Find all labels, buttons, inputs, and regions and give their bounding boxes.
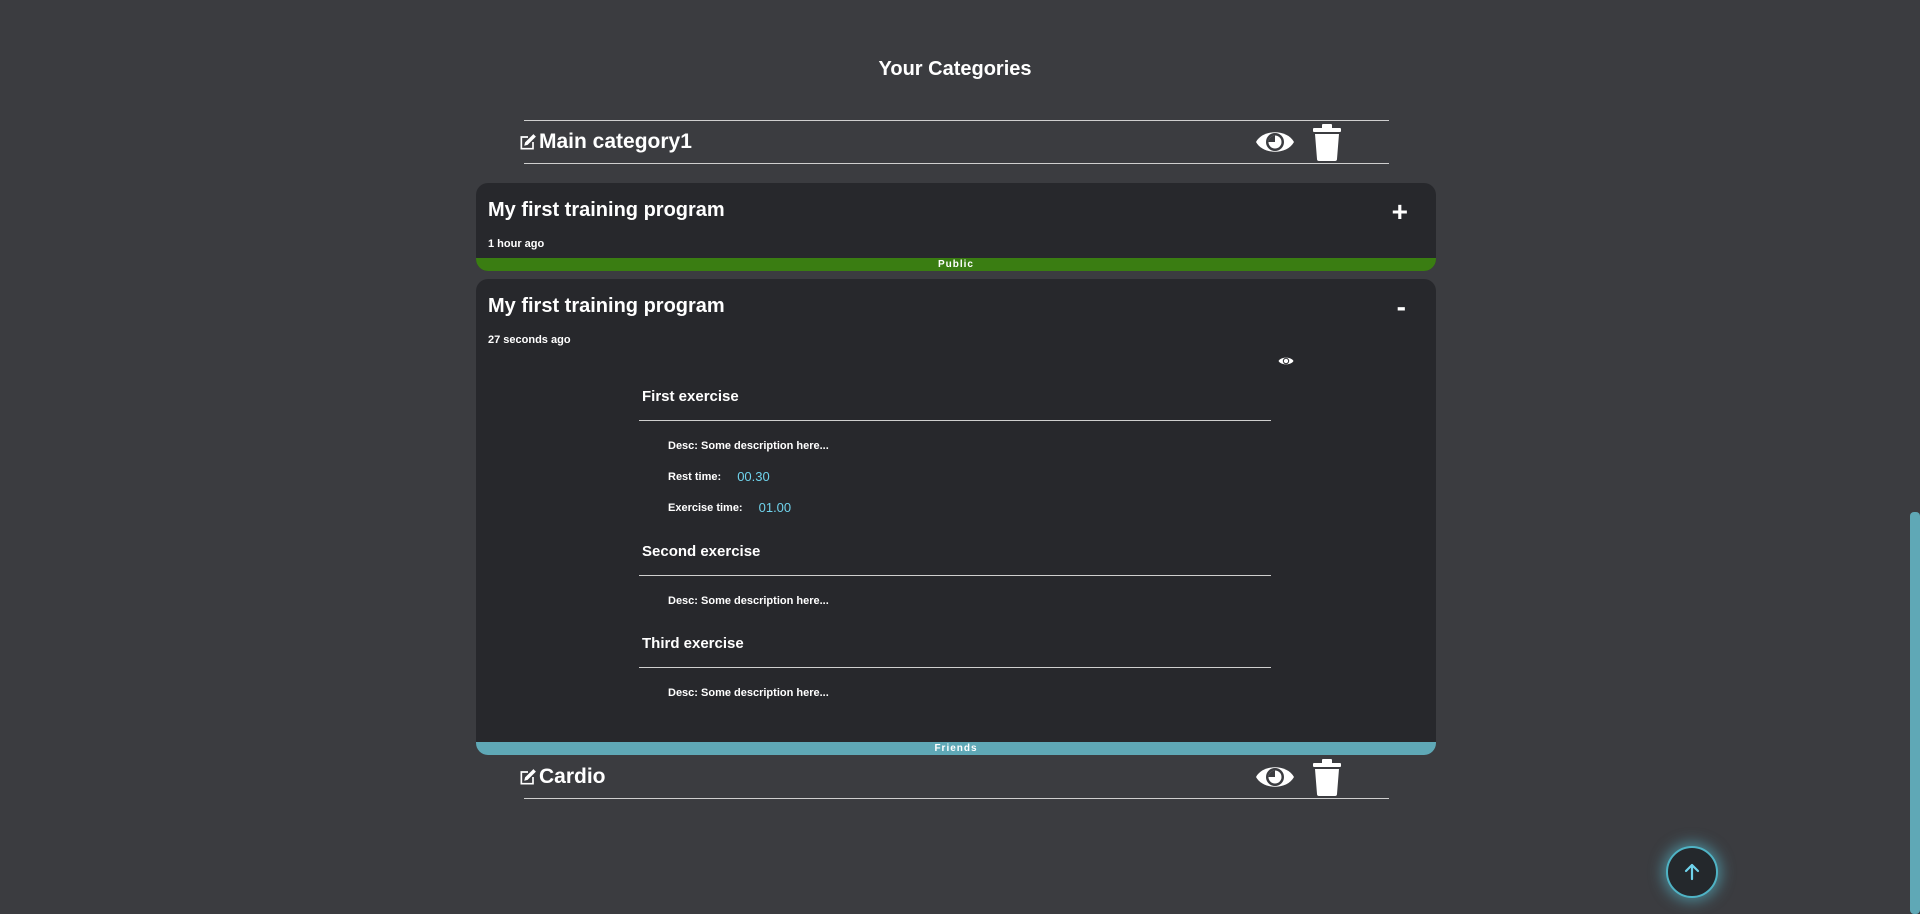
divider (639, 667, 1271, 668)
program-card[interactable]: My first training program 1 hour ago + P… (476, 183, 1436, 271)
category-row: Main category1 (520, 120, 1389, 164)
divider (639, 420, 1271, 421)
program-time: 1 hour ago (488, 238, 545, 250)
category-name[interactable]: Cardio (539, 765, 606, 789)
exercise-time-value: 01.00 (758, 500, 792, 515)
program-card[interactable]: My first training program 27 seconds ago… (476, 279, 1436, 755)
category-actions (1255, 123, 1343, 161)
category-row: Cardio (520, 756, 1389, 799)
exercise-time-label: Exercise time: (668, 501, 743, 514)
program-title: My first training program (488, 199, 725, 221)
eye-icon[interactable] (1255, 760, 1295, 794)
scrollbar-thumb[interactable] (1910, 512, 1920, 914)
rest-time-label: Rest time: (668, 470, 722, 483)
exercise-name: First exercise (642, 388, 739, 405)
rest-time-value: 00.30 (737, 469, 770, 484)
rest-time-row: Rest time: 00.30 (668, 469, 1271, 484)
arrow-up-icon (1684, 863, 1700, 881)
page-title: Your Categories (878, 58, 1032, 80)
expand-button[interactable]: + (1392, 198, 1408, 226)
category-actions (1255, 758, 1343, 796)
exercise-time-row: Exercise time: 01.00 (668, 500, 1271, 515)
collapse-button[interactable]: - (1397, 293, 1406, 321)
exercise-desc: Desc: Some description here... (668, 595, 829, 607)
exercise-item: First exercise Desc: Some description he… (639, 388, 1271, 515)
visibility-badge: Public (476, 258, 1436, 271)
category-name[interactable]: Main category1 (539, 130, 692, 154)
exercise-item: Second exercise Desc: Some description h… (639, 543, 1271, 607)
edit-icon[interactable] (518, 132, 538, 152)
trash-icon[interactable] (1311, 123, 1343, 161)
exercise-item: Third exercise Desc: Some description he… (639, 635, 1271, 699)
divider (639, 575, 1271, 576)
page: Your Categories Main category1 My first … (0, 0, 1920, 914)
scroll-top-button[interactable] (1666, 846, 1718, 898)
exercise-desc: Desc: Some description here... (668, 440, 829, 452)
exercise-desc: Desc: Some description here... (668, 687, 829, 699)
eye-icon[interactable] (1278, 355, 1294, 367)
eye-icon[interactable] (1255, 125, 1295, 159)
exercise-name: Third exercise (642, 635, 744, 652)
trash-icon[interactable] (1311, 758, 1343, 796)
exercise-name: Second exercise (642, 543, 761, 560)
program-title: My first training program (488, 295, 725, 317)
program-time: 27 seconds ago (488, 334, 571, 346)
visibility-badge: Friends (476, 742, 1436, 755)
edit-icon[interactable] (518, 767, 538, 787)
scrollbar[interactable] (1910, 0, 1920, 914)
